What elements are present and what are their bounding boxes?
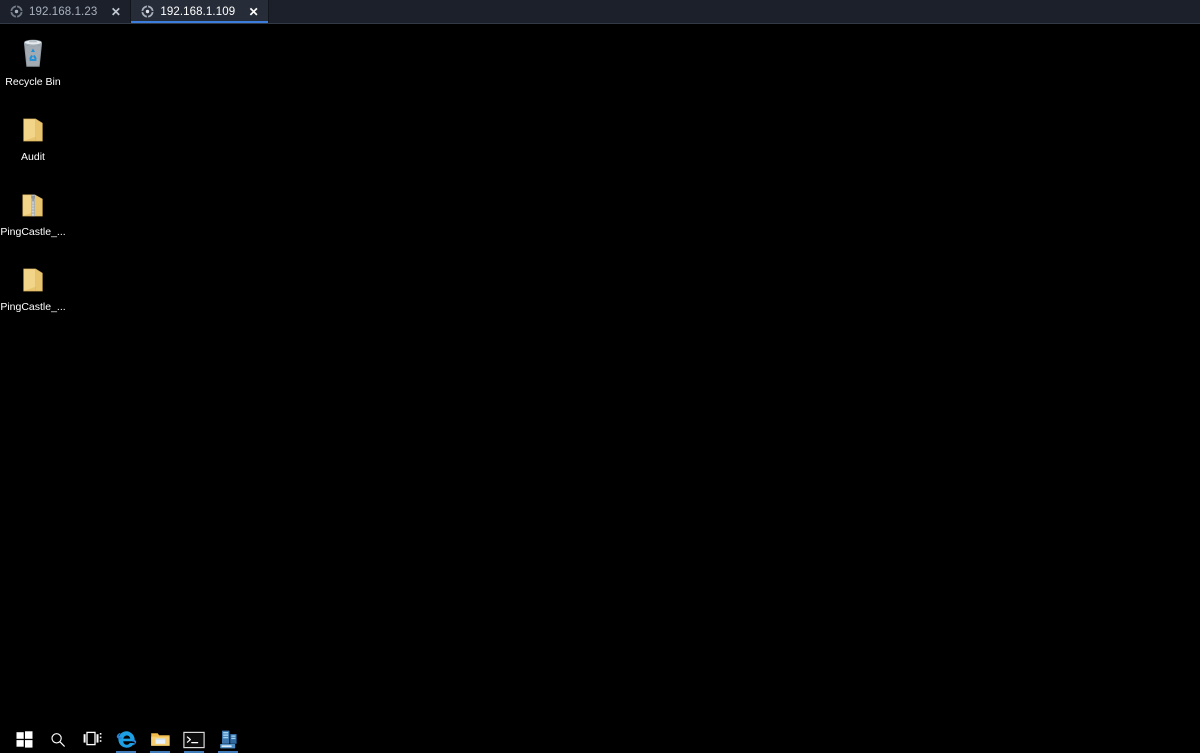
connection-icon: [141, 5, 154, 18]
tab-title: 192.168.1.23: [29, 5, 98, 18]
search-button[interactable]: [41, 726, 75, 753]
internet-explorer-icon: [116, 729, 137, 750]
desktop-icon-label: PingCastle_...: [0, 301, 66, 313]
desktop-icon-audit[interactable]: Audit: [0, 107, 66, 165]
task-view-button[interactable]: [75, 726, 109, 753]
close-icon[interactable]: ✕: [109, 5, 122, 18]
taskbar-command-prompt[interactable]: [177, 726, 211, 753]
taskbar-server-manager[interactable]: [211, 726, 245, 753]
desktop-icon-recycle-bin[interactable]: Recycle Bin: [0, 32, 66, 90]
taskbar-internet-explorer[interactable]: [109, 726, 143, 753]
desktop-icon-pingcastle-folder[interactable]: PingCastle_...: [0, 257, 66, 315]
desktop-icon-label: Audit: [21, 151, 45, 163]
taskbar-file-explorer[interactable]: [143, 726, 177, 753]
tab-title: 192.168.1.109: [160, 5, 236, 18]
server-manager-icon: [218, 729, 239, 750]
tab-192-168-1-23[interactable]: 192.168.1.23 ✕: [0, 0, 132, 23]
desktop-icon-pingcastle-zip[interactable]: PingCastle_...: [0, 182, 66, 240]
connection-icon: [10, 5, 23, 18]
folder-icon: [0, 257, 66, 297]
close-icon[interactable]: ✕: [247, 5, 260, 18]
task-view-icon: [83, 731, 102, 748]
windows-start-icon: [16, 731, 33, 748]
search-icon: [49, 731, 67, 749]
recycle-bin-icon: [0, 32, 66, 72]
command-prompt-icon: [183, 731, 205, 749]
taskbar: [0, 726, 1200, 753]
desktop-icon-label: PingCastle_...: [0, 226, 66, 238]
desktop-icon-label: Recycle Bin: [5, 76, 61, 88]
start-button[interactable]: [7, 726, 41, 753]
file-explorer-icon: [150, 730, 171, 749]
tab-192-168-1-109[interactable]: 192.168.1.109 ✕: [131, 0, 270, 23]
desktop-surface[interactable]: Recycle Bin Audit PingCastle_... PingCas…: [0, 24, 1200, 726]
zipped-folder-icon: [0, 182, 66, 222]
folder-icon: [0, 107, 66, 147]
tab-bar: 192.168.1.23 ✕ 192.168.1.109 ✕: [0, 0, 1200, 24]
